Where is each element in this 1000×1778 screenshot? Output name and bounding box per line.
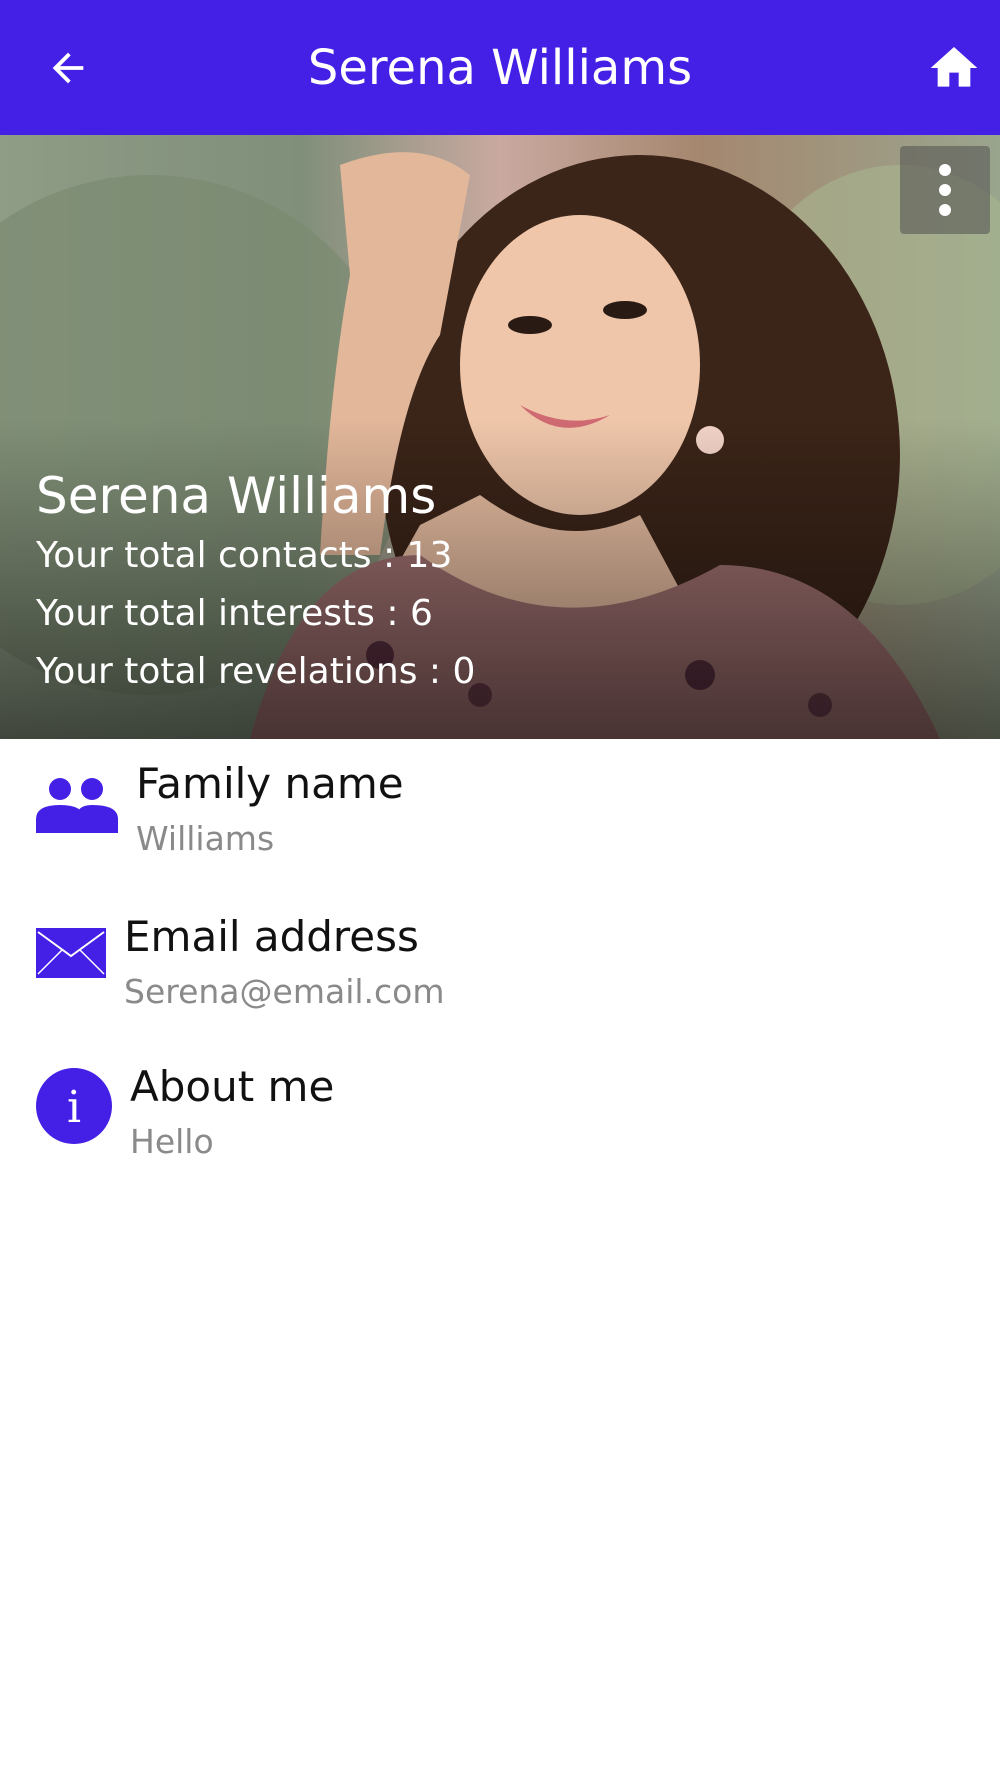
app-bar: Serena Williams: [0, 0, 1000, 135]
profile-info: Serena Williams Your total contacts : 13…: [36, 465, 475, 701]
total-revelations: Your total revelations : 0: [36, 651, 476, 692]
profile-name: Serena Williams: [36, 467, 437, 525]
family-name-item: Family name Williams: [0, 739, 1000, 879]
info-icon: i: [36, 1068, 112, 1144]
profile-header: Serena Williams Your total contacts : 13…: [0, 135, 1000, 739]
about-label: About me: [130, 1062, 335, 1111]
email-item: Email address Serena@email.com: [0, 892, 1000, 1032]
email-label: Email address: [124, 912, 419, 961]
svg-text:i: i: [67, 1082, 81, 1133]
family-name-value: Williams: [136, 819, 275, 858]
home-icon: [930, 47, 978, 87]
family-name-label: Family name: [136, 759, 404, 808]
about-value: Hello: [130, 1122, 214, 1161]
overflow-menu-button[interactable]: [900, 146, 990, 234]
more-vert-icon: [939, 164, 951, 216]
total-interests: Your total interests : 6: [36, 593, 433, 634]
home-button[interactable]: [924, 38, 984, 98]
mail-icon: [36, 928, 106, 978]
page-title: Serena Williams: [307, 39, 693, 96]
back-button[interactable]: [40, 40, 96, 96]
people-icon: [36, 778, 118, 833]
about-item: i About me Hello: [0, 1044, 1000, 1184]
total-contacts: Your total contacts : 13: [36, 535, 453, 576]
arrow-left-icon: [52, 52, 84, 84]
email-value: Serena@email.com: [124, 972, 445, 1011]
